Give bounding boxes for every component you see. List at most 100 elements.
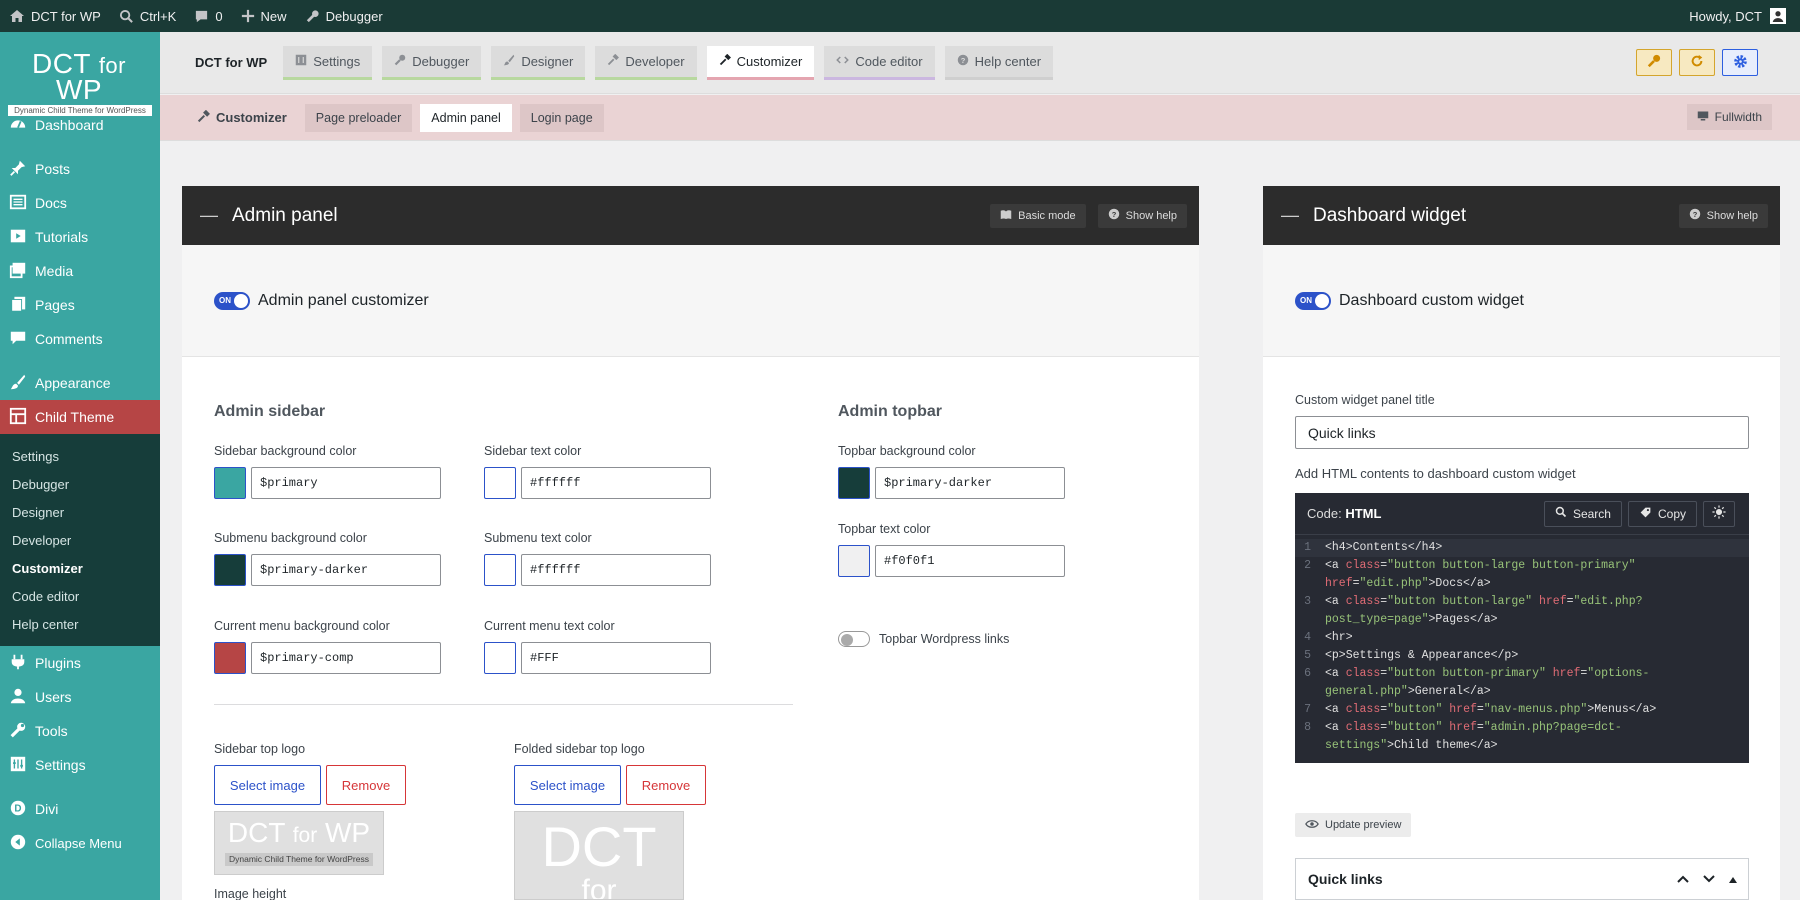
sidebar-item-posts[interactable]: Posts [0, 152, 160, 186]
debugger-link[interactable]: Debugger [296, 0, 392, 32]
sidebar-bg-input[interactable]: $primary [251, 467, 441, 499]
sidebar-item-settings[interactable]: Settings [0, 748, 160, 782]
site-link[interactable]: DCT for WP [0, 0, 110, 32]
submenu-text-input[interactable]: #ffffff [521, 554, 711, 586]
tab-help-center[interactable]: ? Help center [944, 45, 1054, 80]
remove-image-button[interactable]: Remove [326, 765, 406, 805]
plus-icon [241, 9, 255, 23]
dashboard-widget-toggle[interactable]: ON [1295, 291, 1331, 310]
toggle-panel-icon[interactable] [1728, 871, 1738, 887]
pill-admin-panel[interactable]: Admin panel [420, 103, 512, 132]
code-editor[interactable]: Code: HTML Search Copy 1 <h4>Contents</h4… [1295, 493, 1749, 763]
sidebar-item-divi[interactable]: D Divi [0, 792, 160, 826]
panel-title-input[interactable]: Quick links [1295, 416, 1749, 449]
tab-customizer[interactable]: Customizer [706, 45, 815, 80]
tab-code-editor[interactable]: Code editor [824, 45, 935, 80]
folded-select-image-button[interactable]: Select image [514, 765, 621, 805]
color-swatch[interactable] [838, 545, 870, 577]
collapse-minus-icon[interactable]: — [200, 205, 218, 226]
code-copy-button[interactable]: Copy [1627, 500, 1697, 527]
color-swatch[interactable] [484, 554, 516, 586]
show-help-button[interactable]: ? Show help [1097, 203, 1187, 228]
preview-title: Quick links [1308, 871, 1383, 887]
show-help-button[interactable]: ? Show help [1678, 203, 1768, 228]
code-copy-label: Copy [1657, 506, 1686, 521]
color-swatch[interactable] [484, 467, 516, 499]
sidebar-item-label: Plugins [35, 655, 81, 671]
folded-remove-image-button[interactable]: Remove [626, 765, 706, 805]
color-swatch[interactable] [484, 642, 516, 674]
collapse-icon [9, 833, 27, 854]
color-swatch[interactable] [214, 554, 246, 586]
topbar-text-input[interactable]: #f0f0f1 [875, 545, 1065, 577]
current-text-input[interactable]: #FFF [521, 642, 711, 674]
quick-links-preview: Quick links [1295, 858, 1749, 900]
admin-panel-customizer-toggle[interactable]: ON [214, 291, 250, 310]
code-icon [836, 54, 850, 69]
color-swatch[interactable] [214, 467, 246, 499]
fullwidth-button[interactable]: Fullwidth [1686, 104, 1772, 130]
submenu-designer[interactable]: Designer [0, 498, 160, 526]
sidebar-item-pages[interactable]: Pages [0, 288, 160, 322]
chevron-up-icon[interactable] [1676, 871, 1690, 887]
tab-debugger[interactable]: Debugger [382, 45, 482, 80]
code-line: 8 <a class="button" href="admin.php?page=… [1304, 721, 1622, 734]
update-preview-button[interactable]: Update preview [1295, 813, 1412, 837]
tab-designer[interactable]: Designer [491, 45, 586, 80]
submenu-debugger[interactable]: Debugger [0, 470, 160, 498]
code-search-button[interactable]: Search [1543, 500, 1622, 527]
code-line: 6 <a class="button button-primary" href="… [1304, 667, 1650, 680]
submenu-help-center[interactable]: Help center [0, 610, 160, 638]
collapse-minus-icon[interactable]: — [1281, 205, 1299, 226]
sidebar-item-tutorials[interactable]: Tutorials [0, 220, 160, 254]
logo-preview-for: for [292, 824, 318, 847]
sidebar-item-plugins[interactable]: Plugins [0, 646, 160, 680]
sidebar-item-docs[interactable]: Docs [0, 186, 160, 220]
folded-logo-preview: DCT for [514, 811, 684, 900]
current-bg-input[interactable]: $primary-comp [251, 642, 441, 674]
sidebar-item-media[interactable]: Media [0, 254, 160, 288]
code-lines: 1 <h4>Contents</h4> 2 <a class="button but… [1295, 535, 1749, 755]
sidebar-text-input[interactable]: #ffffff [521, 467, 711, 499]
image-height-label: Image height [214, 887, 287, 900]
logo-preview-wp: WP [325, 817, 371, 848]
debug-tools-button[interactable] [1636, 49, 1672, 76]
new-link[interactable]: New [232, 0, 296, 32]
settings-gear-button[interactable] [1722, 49, 1758, 76]
topbar-links-toggle[interactable] [838, 631, 870, 647]
sidebar-item-users[interactable]: Users [0, 680, 160, 714]
topbar-bg-input[interactable]: $primary-darker [875, 467, 1065, 499]
new-label: New [260, 8, 287, 24]
select-image-button[interactable]: Select image [214, 765, 321, 805]
sidebar-item-comments[interactable]: Comments [0, 322, 160, 356]
refresh-button[interactable] [1679, 49, 1715, 76]
topbar-links-label: Topbar Wordpress links [879, 632, 1010, 646]
submenu-code-editor[interactable]: Code editor [0, 582, 160, 610]
color-swatch[interactable] [838, 467, 870, 499]
sidebar-item-label: Settings [35, 757, 86, 773]
submenu-customizer[interactable]: Customizer [0, 554, 160, 582]
theme-toggle-button[interactable] [1703, 500, 1735, 527]
sidebar-item-child-theme[interactable]: Child Theme [0, 400, 160, 434]
basic-mode-button[interactable]: Basic mode [990, 203, 1086, 228]
pill-login-page[interactable]: Login page [519, 103, 604, 132]
search-shortcut[interactable]: Ctrl+K [110, 0, 185, 32]
tab-settings[interactable]: Settings [283, 45, 373, 80]
tab-developer[interactable]: Developer [595, 45, 697, 80]
sidebar-item-appearance[interactable]: Appearance [0, 366, 160, 400]
submenu-settings[interactable]: Settings [0, 442, 160, 470]
pill-page-preloader[interactable]: Page preloader [304, 103, 413, 132]
color-swatch[interactable] [214, 642, 246, 674]
comments-link[interactable]: 0 [185, 0, 231, 32]
comments-count: 0 [215, 8, 223, 24]
help-icon: ? [1689, 208, 1701, 223]
collapse-menu[interactable]: Collapse Menu [0, 826, 160, 860]
brush-icon [503, 54, 515, 69]
panel-title-label: Custom widget panel title [1295, 393, 1435, 407]
sidebar-logo[interactable]: DCT for WP Dynamic Child Theme for WordP… [0, 32, 160, 116]
account-menu[interactable]: Howdy, DCT [1689, 8, 1800, 24]
submenu-developer[interactable]: Developer [0, 526, 160, 554]
chevron-down-icon[interactable] [1702, 871, 1716, 887]
sidebar-item-tools[interactable]: Tools [0, 714, 160, 748]
submenu-bg-input[interactable]: $primary-darker [251, 554, 441, 586]
